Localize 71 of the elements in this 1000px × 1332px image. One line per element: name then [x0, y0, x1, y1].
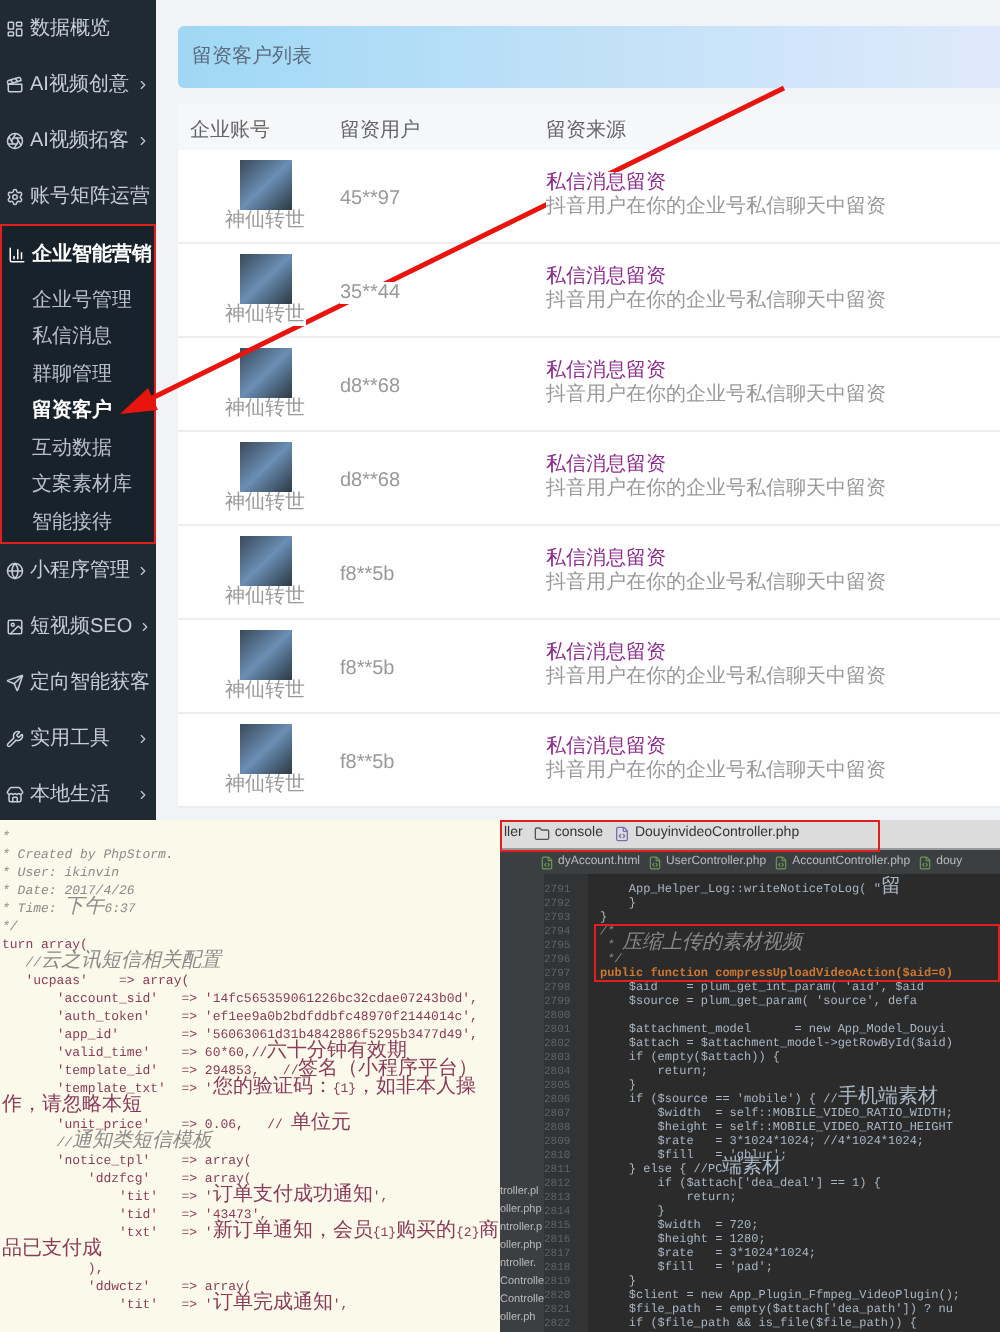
file-icon	[918, 855, 933, 869]
photo-placeholder	[239, 442, 291, 492]
source-title: 私信消息留资	[546, 454, 666, 478]
file-icon	[774, 855, 789, 869]
account-name: 神仙转世	[225, 586, 305, 608]
photo-placeholder	[239, 536, 291, 586]
user-id: f8**5b	[340, 658, 395, 680]
source-description: 抖音用户在你的企业号私信聊天中留资	[546, 290, 886, 314]
chevron-icon	[136, 133, 150, 147]
menu-icon	[6, 786, 24, 804]
sidebar-item[interactable]: 企业智能营销	[2, 226, 154, 282]
sidebar-item[interactable]: 本地生活	[0, 767, 156, 820]
user-id: d8**68	[340, 470, 401, 492]
source-description: 抖音用户在你的企业号私信聊天中留资	[546, 478, 886, 502]
photo-placeholder	[239, 630, 291, 680]
menu-icon	[6, 75, 24, 93]
sidebar-item[interactable]: 短视频SEO	[0, 599, 156, 655]
chevron-icon	[136, 77, 150, 91]
account-name: 神仙转世	[225, 492, 305, 514]
source-description: 抖音用户在你的企业号私信聊天中留资	[546, 760, 886, 784]
sidebar-item[interactable]: AI视频拓客	[0, 112, 156, 168]
account-name: 神仙转世	[225, 398, 305, 420]
source-description: 抖音用户在你的企业号私信聊天中留资	[546, 666, 886, 690]
menu-icon	[6, 618, 24, 636]
menu-icon	[6, 19, 24, 37]
source-title: 私信消息留资	[546, 172, 666, 196]
column-header: 留资用户	[340, 119, 420, 141]
file-icon	[540, 855, 554, 869]
chevron-icon	[138, 620, 153, 634]
sidebar-item[interactable]: 账号矩阵运营	[0, 168, 156, 224]
menu-icon	[6, 674, 24, 692]
account-name: 神仙转世	[225, 210, 305, 232]
photo-placeholder	[239, 160, 291, 210]
user-id: 45**97	[340, 188, 401, 210]
source-title: 私信消息留资	[546, 266, 666, 290]
user-id: f8**5b	[340, 752, 395, 774]
menu-icon	[8, 245, 26, 263]
file-icon	[614, 826, 631, 842]
sidebar-item[interactable]: 定向智能获客	[0, 655, 156, 711]
account-name: 神仙转世	[225, 774, 305, 796]
photo-placeholder	[239, 348, 291, 398]
source-description: 抖音用户在你的企业号私信聊天中留资	[546, 196, 886, 220]
sidebar-item[interactable]: AI视频创意	[0, 56, 156, 112]
photo-placeholder	[239, 724, 291, 774]
sidebar-item[interactable]: 小程序管理	[0, 543, 156, 599]
source-title: 私信消息留资	[546, 548, 666, 572]
user-id: d8**68	[340, 376, 401, 398]
panel-header: 留资客户列表	[178, 26, 1000, 88]
menu-icon	[6, 131, 24, 149]
menu-icon	[6, 730, 24, 748]
photo-placeholder	[239, 254, 291, 304]
user-id: 35**44	[340, 282, 401, 304]
source-title: 私信消息留资	[546, 360, 666, 384]
account-name: 神仙转世	[225, 304, 305, 326]
file-icon	[648, 855, 663, 869]
chevron-icon	[136, 564, 150, 578]
account-name: 神仙转世	[225, 680, 305, 702]
source-title: 私信消息留资	[546, 736, 666, 760]
chevron-icon	[136, 788, 150, 802]
folder-icon	[534, 826, 551, 842]
menu-icon	[6, 562, 24, 580]
source-title: 私信消息留资	[546, 642, 666, 666]
user-id: f8**5b	[340, 564, 395, 586]
column-header: 留资来源	[546, 119, 626, 141]
menu-icon	[6, 187, 24, 205]
column-header: 企业账号	[190, 119, 270, 141]
sidebar-item[interactable]: 数据概览	[0, 0, 156, 56]
sidebar-item[interactable]: 实用工具	[0, 711, 156, 767]
chevron-icon	[136, 732, 150, 746]
source-description: 抖音用户在你的企业号私信聊天中留资	[546, 384, 886, 408]
source-description: 抖音用户在你的企业号私信聊天中留资	[546, 572, 886, 596]
